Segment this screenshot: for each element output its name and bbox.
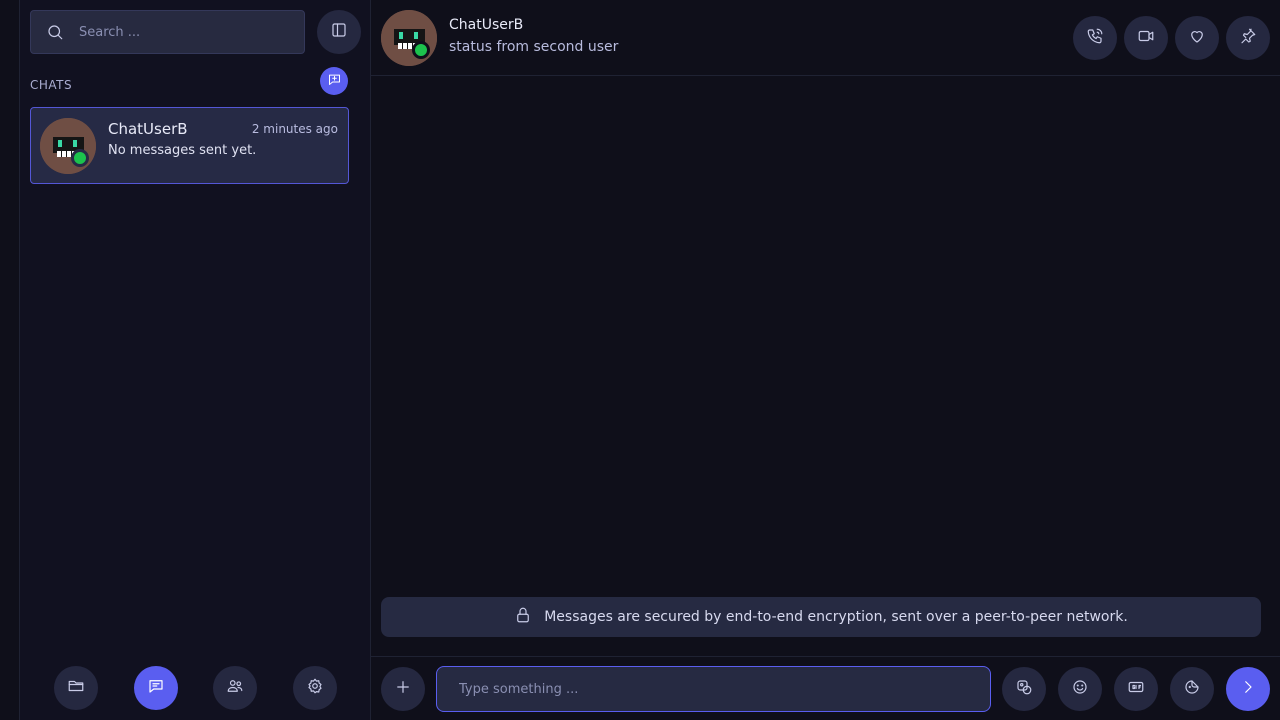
voice-call-button[interactable] [1073, 16, 1117, 60]
friends-button[interactable] [213, 666, 257, 710]
image-icon [1015, 678, 1033, 700]
emoji-icon [1071, 678, 1089, 700]
chats-heading: CHATS [30, 78, 73, 92]
chevron-right-icon [1239, 678, 1257, 700]
pin-icon [1239, 27, 1257, 49]
encryption-notice: Messages are secured by end-to-end encry… [381, 597, 1261, 637]
conversation-header: ChatUserB status from second user [371, 0, 1280, 76]
phone-icon [1086, 27, 1104, 49]
folder-icon [67, 677, 85, 699]
search-box[interactable] [30, 10, 305, 54]
message-composer [371, 656, 1280, 720]
chats-nav-button[interactable] [134, 666, 178, 710]
sticker-icon [1183, 678, 1201, 700]
heart-icon [1188, 27, 1206, 49]
search-input[interactable] [79, 24, 289, 40]
settings-button[interactable] [293, 666, 337, 710]
bottom-nav [20, 666, 371, 710]
avatar [40, 118, 96, 174]
files-button[interactable] [54, 666, 98, 710]
left-strip [0, 0, 20, 720]
plus-icon [394, 678, 412, 700]
sidebar-toggle-button[interactable] [317, 10, 361, 54]
video-call-button[interactable] [1124, 16, 1168, 60]
chat-preview: No messages sent yet. [108, 143, 257, 158]
new-chat-icon [327, 72, 342, 91]
search-icon [31, 23, 79, 41]
robot-avatar-icon [40, 118, 96, 174]
chat-list-item[interactable]: ChatUserB 2 minutes ago No messages sent… [30, 107, 349, 184]
new-chat-button[interactable] [320, 67, 348, 95]
online-status-indicator [412, 41, 430, 59]
conversation-pane: ChatUserB status from second user Messag… [371, 0, 1280, 720]
settings-icon [306, 677, 324, 699]
peer-name: ChatUserB [449, 17, 524, 33]
lock-icon [514, 606, 532, 628]
sidebar: CHATS ChatUserB [20, 0, 371, 720]
send-button[interactable] [1226, 667, 1270, 711]
message-input[interactable] [436, 666, 991, 712]
gif-icon [1127, 678, 1145, 700]
video-icon [1137, 27, 1155, 49]
emoji-button[interactable] [1058, 667, 1102, 711]
encryption-notice-text: Messages are secured by end-to-end encry… [544, 609, 1128, 625]
attach-button[interactable] [381, 667, 425, 711]
online-status-indicator [71, 149, 89, 167]
gif-button[interactable] [1114, 667, 1158, 711]
friends-icon [226, 677, 244, 699]
app-window: CHATS ChatUserB [0, 0, 1280, 720]
pin-button[interactable] [1226, 16, 1270, 60]
sidebar-panel-icon [330, 21, 348, 43]
chat-icon [147, 677, 165, 699]
favorite-button[interactable] [1175, 16, 1219, 60]
chat-name: ChatUserB [108, 120, 188, 138]
sticker-button[interactable] [1170, 667, 1214, 711]
chat-timestamp: 2 minutes ago [251, 122, 338, 136]
image-button[interactable] [1002, 667, 1046, 711]
peer-status: status from second user [449, 39, 619, 55]
peer-avatar[interactable] [381, 10, 437, 66]
robot-avatar-icon [381, 10, 437, 66]
